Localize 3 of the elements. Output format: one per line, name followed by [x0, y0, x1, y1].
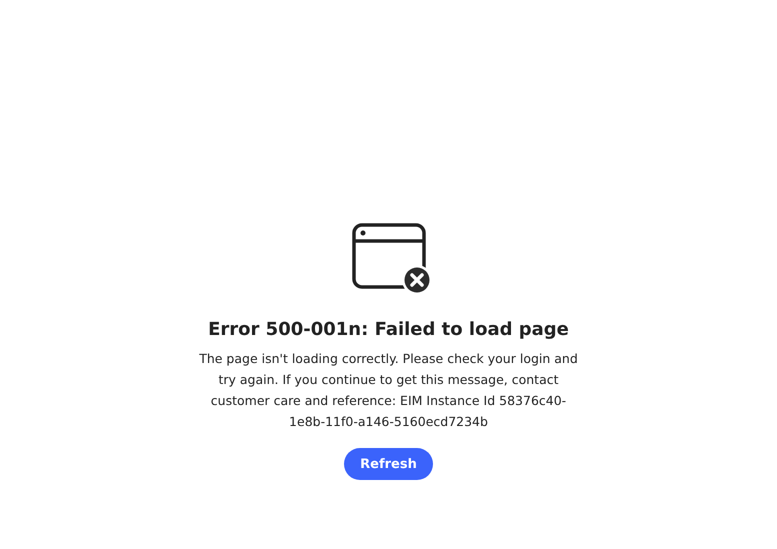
- error-title: Error 500-001n: Failed to load page: [208, 318, 569, 342]
- refresh-button[interactable]: Refresh: [344, 448, 433, 480]
- error-message: The page isn't loading correctly. Please check your login and try again. If you continue to get this message, contact customer care and reference: EIM Instance Id 58376c40-1e8b-11f0-a146-5160ecd7234b: [198, 350, 578, 431]
